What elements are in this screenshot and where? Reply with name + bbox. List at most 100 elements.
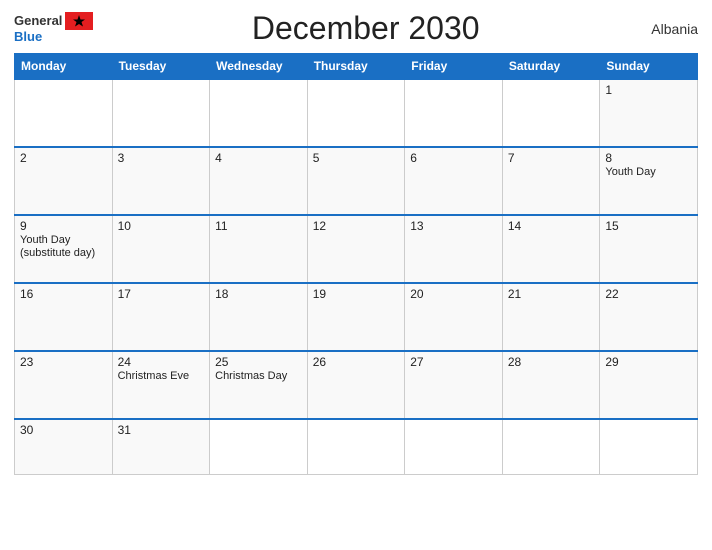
logo: General Blue: [14, 12, 93, 44]
calendar-title: December 2030: [93, 10, 638, 47]
day-cell: [405, 79, 503, 147]
day-cell: 20: [405, 283, 503, 351]
day-cell: 27: [405, 351, 503, 419]
header-row: General Blue December 2030 Albania: [14, 10, 698, 47]
day-number: 30: [20, 423, 107, 437]
day-cell: 25Christmas Day: [210, 351, 308, 419]
day-cell: 2: [15, 147, 113, 215]
day-number: 2: [20, 151, 107, 165]
day-cell: 29: [600, 351, 698, 419]
day-number: 28: [508, 355, 595, 369]
day-number: 13: [410, 219, 497, 233]
day-cell: [307, 79, 405, 147]
calendar-container: General Blue December 2030 Albania Monda…: [0, 0, 712, 550]
day-number: 27: [410, 355, 497, 369]
day-cell: [502, 419, 600, 474]
day-number: 7: [508, 151, 595, 165]
day-number: 20: [410, 287, 497, 301]
day-cell: [502, 79, 600, 147]
day-number: 29: [605, 355, 692, 369]
day-number: 15: [605, 219, 692, 233]
day-number: 3: [118, 151, 205, 165]
day-cell: 9Youth Day(substitute day): [15, 215, 113, 283]
day-cell: 28: [502, 351, 600, 419]
day-number: 18: [215, 287, 302, 301]
header-sunday: Sunday: [600, 54, 698, 80]
day-event: Christmas Day: [215, 370, 302, 382]
week-row-1: 2345678Youth Day: [15, 147, 698, 215]
day-number: 31: [118, 423, 205, 437]
day-event: Youth Day: [20, 234, 107, 246]
day-cell: 31: [112, 419, 210, 474]
header-thursday: Thursday: [307, 54, 405, 80]
day-number: 5: [313, 151, 400, 165]
day-cell: 22: [600, 283, 698, 351]
day-cell: 18: [210, 283, 308, 351]
logo-flag-icon: [65, 12, 93, 30]
day-number: 25: [215, 355, 302, 369]
header-saturday: Saturday: [502, 54, 600, 80]
day-cell: 6: [405, 147, 503, 215]
day-cell: 24Christmas Eve: [112, 351, 210, 419]
day-cell: [15, 79, 113, 147]
week-row-2: 9Youth Day(substitute day) 10 11 12 13 14 15: [15, 215, 698, 283]
week-row-4: 2324Christmas Eve25Christmas Day26272829: [15, 351, 698, 419]
day-number: 14: [508, 219, 595, 233]
week-row-3: 16 17 18 19 20 21 22: [15, 283, 698, 351]
day-cell: [210, 79, 308, 147]
day-cell: 12: [307, 215, 405, 283]
day-cell: 3: [112, 147, 210, 215]
day-cell: 5: [307, 147, 405, 215]
day-number: 19: [313, 287, 400, 301]
day-cell: 15: [600, 215, 698, 283]
day-cell: 8Youth Day: [600, 147, 698, 215]
day-cell: 11: [210, 215, 308, 283]
day-cell: [600, 419, 698, 474]
day-number: 10: [118, 219, 205, 233]
day-number: 12: [313, 219, 400, 233]
day-cell: [112, 79, 210, 147]
day-number: 21: [508, 287, 595, 301]
day-cell: 17: [112, 283, 210, 351]
day-number: 23: [20, 355, 107, 369]
week-row-5: 30 31: [15, 419, 698, 474]
day-event: Christmas Eve: [118, 370, 205, 382]
day-cell: 13: [405, 215, 503, 283]
header-tuesday: Tuesday: [112, 54, 210, 80]
day-cell: 14: [502, 215, 600, 283]
day-cell: 30: [15, 419, 113, 474]
logo-blue-text: Blue: [14, 30, 42, 44]
day-number: 9: [20, 219, 107, 233]
day-cell: 23: [15, 351, 113, 419]
day-cell: 26: [307, 351, 405, 419]
weekday-header-row: Monday Tuesday Wednesday Thursday Friday…: [15, 54, 698, 80]
day-cell: 10: [112, 215, 210, 283]
day-event: Youth Day: [605, 166, 692, 178]
day-number: 1: [605, 83, 692, 97]
header-friday: Friday: [405, 54, 503, 80]
week-row-0: 1: [15, 79, 698, 147]
calendar-grid: Monday Tuesday Wednesday Thursday Friday…: [14, 53, 698, 475]
header-monday: Monday: [15, 54, 113, 80]
day-cell: [405, 419, 503, 474]
country-label: Albania: [638, 21, 698, 37]
day-number: 24: [118, 355, 205, 369]
day-number: 8: [605, 151, 692, 165]
day-cell: 1: [600, 79, 698, 147]
day-number: 17: [118, 287, 205, 301]
day-number: 11: [215, 219, 302, 233]
header-wednesday: Wednesday: [210, 54, 308, 80]
day-cell: 19: [307, 283, 405, 351]
day-number: 26: [313, 355, 400, 369]
day-number: 16: [20, 287, 107, 301]
day-cell: [307, 419, 405, 474]
day-cell: 7: [502, 147, 600, 215]
day-number: 22: [605, 287, 692, 301]
logo-general-text: General: [14, 14, 62, 28]
day-cell: 21: [502, 283, 600, 351]
day-event: (substitute day): [20, 247, 107, 259]
day-cell: [210, 419, 308, 474]
day-cell: 4: [210, 147, 308, 215]
day-cell: 16: [15, 283, 113, 351]
day-number: 4: [215, 151, 302, 165]
